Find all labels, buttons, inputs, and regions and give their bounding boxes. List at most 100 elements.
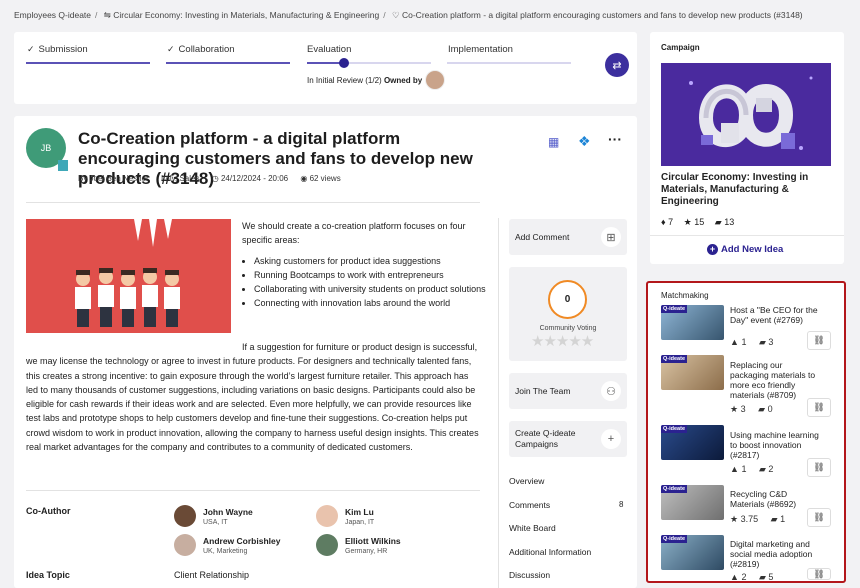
link-icon: ⛓ xyxy=(813,402,825,412)
avatar xyxy=(174,534,196,556)
link-icon: ⛓ xyxy=(813,462,825,472)
coauthor-andrew-corbishley[interactable]: Andrew Corbishley UK, Marketing xyxy=(174,534,280,556)
avatar xyxy=(174,505,196,527)
link-button[interactable]: ⛓ xyxy=(807,398,831,417)
plus-circle-icon: + xyxy=(707,244,718,255)
link-icon: ⛓ xyxy=(813,512,825,522)
matchmaking-item[interactable]: Q-ideate Host a "Be CEO for the Day" eve… xyxy=(661,305,831,350)
avatar xyxy=(316,505,338,527)
idea-meta: By Joel Ben Nesher Italy, Sales ◷ 24/12/… xyxy=(78,174,341,183)
join-team-button[interactable]: Join The Team ⚇ xyxy=(509,373,627,409)
nav-comments[interactable]: Comments xyxy=(509,500,550,510)
more-options-icon[interactable]: ··· xyxy=(608,131,622,147)
voting-count: 0 xyxy=(548,280,587,319)
comment-icon: ▰ xyxy=(758,464,766,474)
idea-paragraph: If a suggestion for furniture or product… xyxy=(26,342,479,453)
matchmaking-item[interactable]: Q-ideate Using machine learning to boost… xyxy=(661,425,831,477)
comment-icon: ▰ xyxy=(770,514,778,524)
column-divider xyxy=(498,218,499,588)
stage-submission-bar xyxy=(26,62,150,64)
stage-current-marker xyxy=(339,58,349,68)
author-name[interactable]: By Joel Ben Nesher xyxy=(78,174,149,183)
rating-stars[interactable]: ★★★★★ xyxy=(531,332,594,350)
stage-implementation: Implementation xyxy=(448,44,513,55)
thumbs-up-icon: ▲ xyxy=(730,337,739,347)
comment-icon: ▰ xyxy=(714,217,722,227)
idea-intro-text: We should create a co-creation platform … xyxy=(242,221,466,246)
join-team-label: Join The Team xyxy=(515,386,571,396)
add-new-idea-button[interactable]: + Add New Idea xyxy=(707,244,783,255)
item-title: Host a "Be CEO for the Day" event (#2769… xyxy=(730,305,818,325)
stage-submission: ✓ Submission xyxy=(27,44,88,55)
recycling-illustration xyxy=(689,76,813,150)
item-thumbnail: Q-ideate xyxy=(661,425,724,460)
item-title: Digital marketing and social media adopt… xyxy=(730,539,813,569)
copilot-icon[interactable]: ❖ xyxy=(578,133,591,150)
link-icon: ⛓ xyxy=(813,335,825,345)
item-thumbnail: Q-ideate xyxy=(661,535,724,570)
link-button[interactable]: ⛓ xyxy=(807,568,831,580)
coauthor-elliott-wilkins[interactable]: Elliott Wilkins Germany, HR xyxy=(316,534,401,556)
people-illustration xyxy=(75,219,180,327)
stage-progress-card xyxy=(14,32,637,104)
bookmark-icon xyxy=(58,160,68,171)
comment-icon: ▰ xyxy=(758,404,766,414)
star-icon: ★ xyxy=(683,217,692,227)
voting-label: Community Voting xyxy=(539,325,597,332)
breadcrumb-item-1[interactable]: Employees Q-ideate xyxy=(14,10,91,20)
nav-overview[interactable]: Overview xyxy=(509,476,544,486)
breadcrumb-item-3: ♡ Co-Creation platform - a digital platf… xyxy=(392,10,803,20)
matchmaking-item[interactable]: Q-ideate Recycling C&D Materials (#8692)… xyxy=(661,485,831,527)
comments-count: 8 xyxy=(619,500,624,509)
plus-icon: + xyxy=(601,429,621,449)
matchmaking-item[interactable]: Q-ideate Digital marketing and social me… xyxy=(661,535,831,582)
divider xyxy=(26,202,480,203)
comment-icon: ▰ xyxy=(758,572,766,582)
item-stats: ★ 3.75 ▰ 1 xyxy=(730,514,786,524)
thumbs-up-icon: ▲ xyxy=(730,464,739,474)
link-button[interactable]: ⛓ xyxy=(807,508,831,527)
item-title: Recycling C&D Materials (#8692) xyxy=(730,489,797,509)
divider xyxy=(650,235,844,236)
author-location: Italy, Sales xyxy=(160,174,200,183)
breadcrumb-item-2[interactable]: ⇋ Circular Economy: Investing in Materia… xyxy=(104,10,379,20)
idea-image xyxy=(26,219,231,333)
owner-avatar[interactable] xyxy=(425,70,445,90)
thumbs-up-icon: ▲ xyxy=(730,572,739,582)
item-thumbnail: Q-ideate xyxy=(661,305,724,340)
topic-label: Idea Topic xyxy=(26,570,70,580)
coauthor-label: Co-Author xyxy=(26,506,71,516)
item-stats: ★ 3 ▰ 0 xyxy=(730,404,773,414)
avatar xyxy=(316,534,338,556)
add-user-icon: ⚇ xyxy=(601,381,621,401)
create-campaigns-button[interactable]: Create Q-ideate Campaigns + xyxy=(509,421,627,457)
teams-icon[interactable]: ▦ xyxy=(548,135,559,149)
stage-implementation-bar xyxy=(447,62,571,64)
swap-icon: ⇄ xyxy=(612,59,622,72)
add-comment-label: Add Comment xyxy=(515,232,570,242)
bullet-item: Running Bootcamps to work with entrepren… xyxy=(254,268,492,282)
campaign-image[interactable] xyxy=(661,63,831,166)
stage-status: In Initial Review (1/2) Owned by xyxy=(307,76,423,85)
add-comment-button[interactable]: Add Comment ⊞ xyxy=(509,219,627,255)
idea-bullet-list: Asking customers for product idea sugges… xyxy=(254,254,492,311)
idea-views: 62 views xyxy=(309,174,341,183)
coauthor-john-wayne[interactable]: John Wayne USA, IT xyxy=(174,505,253,527)
campaign-title[interactable]: Circular Economy: Investing in Materials… xyxy=(661,172,821,208)
matchmaking-item[interactable]: Q-ideate Replacing our packaging materia… xyxy=(661,355,831,417)
stage-collaboration: ✓ Collaboration xyxy=(167,44,235,55)
bullet-item: Collaborating with university students o… xyxy=(254,282,492,296)
item-title: Replacing our packaging materials to mor… xyxy=(730,360,816,400)
matchmaking-header: Matchmaking xyxy=(661,291,709,300)
star-icon: ★ xyxy=(730,514,739,524)
swap-stage-button[interactable]: ⇄ xyxy=(605,53,629,77)
link-button[interactable]: ⛓ xyxy=(807,331,831,350)
link-button[interactable]: ⛓ xyxy=(807,458,831,477)
comment-plus-icon: ⊞ xyxy=(601,227,621,247)
nav-whiteboard[interactable]: White Board xyxy=(509,523,556,533)
nav-discussion[interactable]: Discussion xyxy=(509,570,550,580)
idea-intro: We should create a co-creation platform … xyxy=(242,219,492,311)
item-stats: ▲ 2 ▰ 5 xyxy=(730,572,774,582)
nav-additional-information[interactable]: Additional Information xyxy=(509,547,591,557)
coauthor-kim-lu[interactable]: Kim Lu Japan, IT xyxy=(316,505,374,527)
